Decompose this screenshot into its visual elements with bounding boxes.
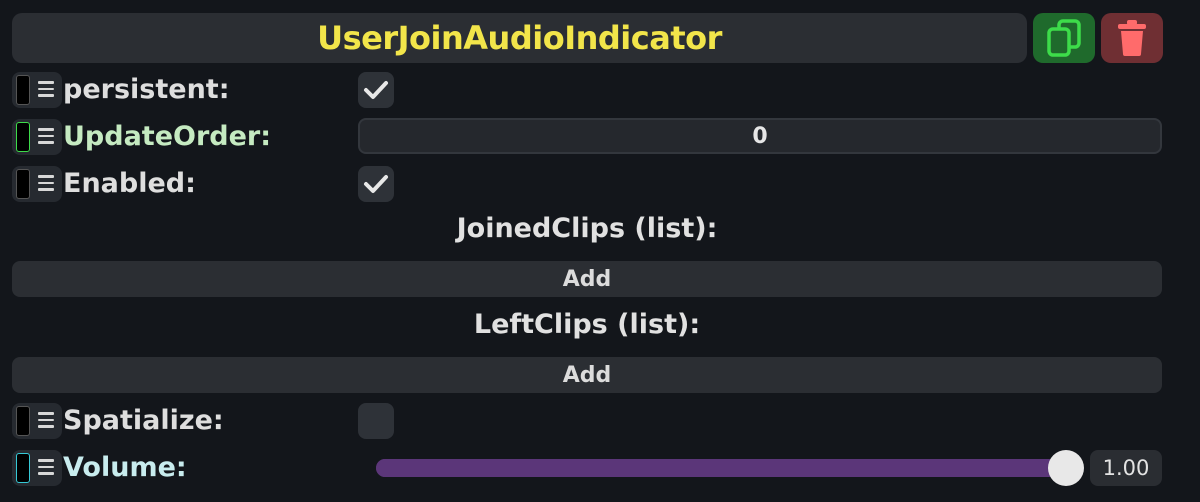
field-label-spatialize: Spatialize: (63, 405, 224, 436)
persistent-checkbox[interactable] (358, 72, 394, 108)
drag-handle[interactable] (12, 450, 62, 486)
menu-icon (38, 128, 54, 146)
field-slot-icon (16, 169, 30, 199)
component-title: UserJoinAudioIndicator (317, 19, 722, 57)
left-clips-title: LeftClips (list): (473, 309, 701, 340)
field-slot-icon (16, 406, 30, 436)
drag-handle[interactable] (12, 119, 62, 155)
duplicate-component-button[interactable] (1033, 13, 1095, 63)
delete-component-button[interactable] (1101, 13, 1163, 63)
field-label-update-order: UpdateOrder: (63, 121, 272, 152)
spatialize-checkbox[interactable] (358, 403, 394, 439)
field-row-persistent: persistent: (12, 70, 1162, 110)
menu-icon (38, 175, 54, 193)
checkmark-icon (364, 175, 388, 193)
component-header: UserJoinAudioIndicator (12, 13, 1027, 63)
field-slot-icon (16, 75, 30, 105)
enabled-checkbox[interactable] (358, 166, 394, 202)
drag-handle[interactable] (12, 166, 62, 202)
left-clips-add-button[interactable]: Add (12, 357, 1162, 393)
field-row-update-order: UpdateOrder: 0 (12, 117, 1162, 157)
menu-icon (38, 81, 54, 99)
field-slot-icon (16, 453, 30, 483)
menu-icon (38, 412, 54, 430)
joined-clips-add-button[interactable]: Add (12, 261, 1162, 297)
field-label-volume: Volume: (63, 452, 187, 483)
field-row-spatialize: Spatialize: (12, 401, 1162, 441)
volume-value-input[interactable]: 1.00 (1090, 450, 1162, 486)
field-slot-icon (16, 122, 30, 152)
field-row-volume: Volume: 1.00 (12, 448, 1162, 488)
volume-slider-fill (376, 459, 1066, 477)
joined-clips-title: JoinedClips (list): (456, 213, 718, 244)
update-order-input[interactable]: 0 (358, 118, 1162, 154)
volume-slider[interactable] (376, 450, 1084, 486)
volume-slider-thumb[interactable] (1048, 450, 1084, 486)
field-row-enabled: Enabled: (12, 164, 1162, 204)
duplicate-icon (1047, 19, 1081, 57)
checkmark-icon (364, 81, 388, 99)
field-label-enabled: Enabled: (63, 168, 196, 199)
menu-icon (38, 459, 54, 477)
drag-handle[interactable] (12, 72, 62, 108)
trash-icon (1118, 20, 1146, 56)
field-label-persistent: persistent: (63, 74, 230, 105)
drag-handle[interactable] (12, 403, 62, 439)
